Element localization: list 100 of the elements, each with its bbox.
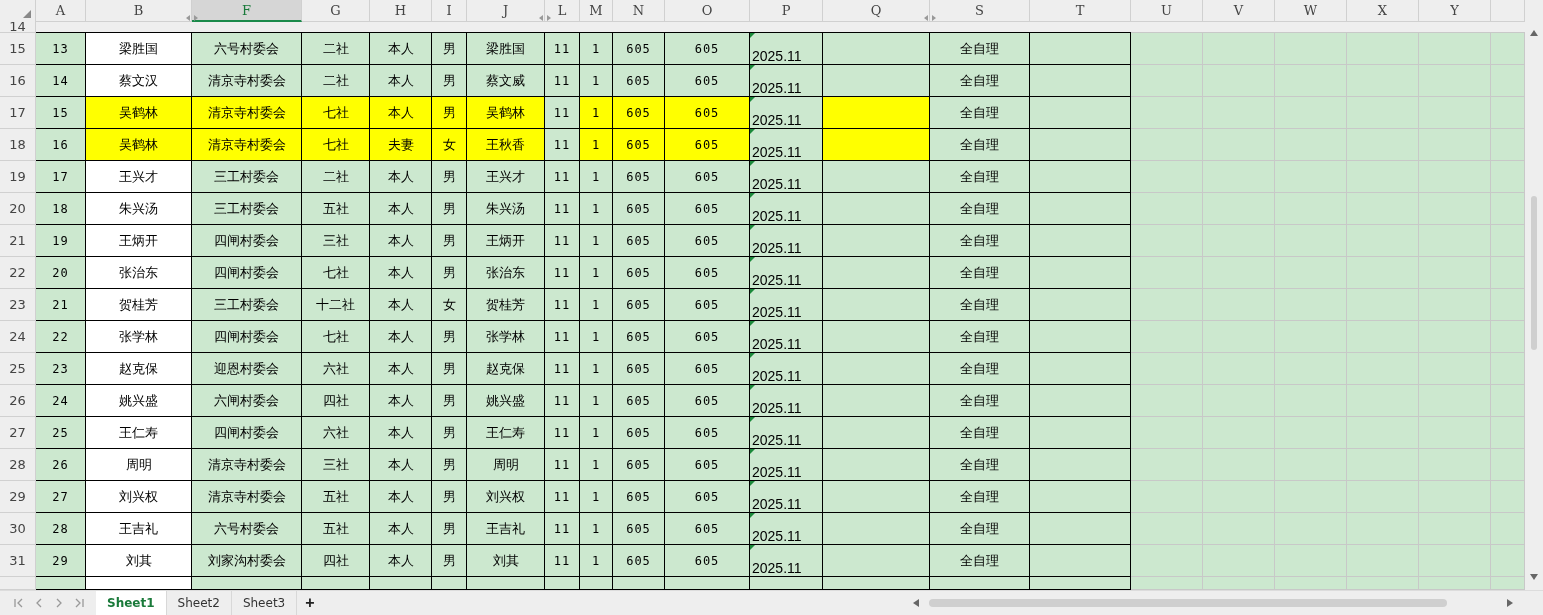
column-header[interactable] xyxy=(1491,0,1525,22)
column-header[interactable]: M xyxy=(580,0,613,22)
row-header[interactable]: 28 xyxy=(0,449,36,481)
table-cell: 迎恩村委会 xyxy=(192,353,302,385)
scrollbar-thumb[interactable] xyxy=(1531,196,1537,350)
table-cell: 四闸村委会 xyxy=(192,225,302,257)
table-cell: 11 xyxy=(545,321,580,353)
row-header[interactable]: 25 xyxy=(0,353,36,385)
table-cell xyxy=(1347,257,1419,289)
row-header[interactable]: 24 xyxy=(0,321,36,353)
table-cell: 本人 xyxy=(370,385,432,417)
table-cell xyxy=(1275,33,1347,65)
table-cell xyxy=(1347,577,1419,590)
table-cell: 19 xyxy=(36,225,86,257)
row-header[interactable]: 20 xyxy=(0,193,36,225)
table-cell xyxy=(1347,289,1419,321)
column-header[interactable]: F xyxy=(192,0,302,22)
table-cell: 七社 xyxy=(302,97,370,129)
scrollbar-thumb[interactable] xyxy=(929,599,1447,607)
scroll-left-icon[interactable] xyxy=(913,599,919,607)
scroll-down-icon[interactable] xyxy=(1530,574,1538,580)
column-header[interactable]: P xyxy=(750,0,823,22)
table-cell xyxy=(1347,513,1419,545)
column-header[interactable]: N xyxy=(613,0,665,22)
table-cell: 周明 xyxy=(467,449,545,481)
table-cell: 吴鹤林 xyxy=(86,97,192,129)
previous-sheet-icon[interactable] xyxy=(34,598,44,608)
row-header[interactable]: 15 xyxy=(0,33,36,65)
table-cell xyxy=(1131,161,1203,193)
row-header[interactable]: 23 xyxy=(0,289,36,321)
table-cell: 全自理 xyxy=(930,161,1030,193)
column-header[interactable]: O xyxy=(665,0,750,22)
column-header[interactable]: X xyxy=(1347,0,1419,22)
row-header[interactable] xyxy=(0,577,36,590)
table-cell xyxy=(1419,193,1491,225)
column-header[interactable]: I xyxy=(432,0,467,22)
hidden-columns-icon[interactable] xyxy=(539,14,551,22)
table-cell: 刘其 xyxy=(467,545,545,577)
row-header[interactable]: 16 xyxy=(0,65,36,97)
table-cell: 本人 xyxy=(370,65,432,97)
table-cell xyxy=(1491,449,1525,481)
row-header[interactable]: 18 xyxy=(0,129,36,161)
table-cell: 男 xyxy=(432,449,467,481)
table-cell xyxy=(1131,225,1203,257)
next-sheet-icon[interactable] xyxy=(54,598,64,608)
table-cell: 王炳开 xyxy=(467,225,545,257)
table-cell: 本人 xyxy=(370,161,432,193)
column-header[interactable]: A xyxy=(36,0,86,22)
table-cell: 十二社 xyxy=(302,289,370,321)
sheet-tab[interactable]: Sheet2 xyxy=(166,591,232,615)
row-header[interactable]: 21 xyxy=(0,225,36,257)
row-header[interactable]: 27 xyxy=(0,417,36,449)
table-cell: 王吉礼 xyxy=(467,513,545,545)
last-sheet-icon[interactable] xyxy=(74,598,84,608)
row-header[interactable]: 30 xyxy=(0,513,36,545)
table-cell xyxy=(1491,257,1525,289)
table-cell: 11 xyxy=(545,129,580,161)
column-header[interactable]: G xyxy=(302,0,370,22)
table-cell: 11 xyxy=(545,225,580,257)
table-cell: 吴鹤林 xyxy=(86,129,192,161)
table-cell: 605 xyxy=(613,353,665,385)
sheet-tab[interactable]: Sheet3 xyxy=(231,591,298,615)
table-cell: 三社 xyxy=(302,449,370,481)
column-header[interactable]: Y xyxy=(1419,0,1491,22)
table-cell: 全自理 xyxy=(930,289,1030,321)
table-cell xyxy=(1203,353,1275,385)
column-header[interactable]: T xyxy=(1030,0,1131,22)
table-cell: 605 xyxy=(665,161,750,193)
row-header[interactable]: 22 xyxy=(0,257,36,289)
row-header[interactable]: 29 xyxy=(0,481,36,513)
table-cell xyxy=(1131,97,1203,129)
table-cell: 605 xyxy=(613,129,665,161)
table-cell: 16 xyxy=(36,129,86,161)
hidden-columns-icon[interactable] xyxy=(924,14,936,22)
table-cell xyxy=(1347,97,1419,129)
column-header[interactable]: V xyxy=(1203,0,1275,22)
table-cell: 605 xyxy=(665,65,750,97)
column-header[interactable]: Q xyxy=(823,0,930,22)
hidden-columns-icon[interactable] xyxy=(186,14,198,22)
table-cell: 2025.11 xyxy=(750,545,823,577)
column-header[interactable]: S xyxy=(930,0,1030,22)
add-sheet-button[interactable]: + xyxy=(297,591,323,615)
row-header[interactable]: 31 xyxy=(0,545,36,577)
row-header[interactable]: 26 xyxy=(0,385,36,417)
table-cell: 2025.11 xyxy=(750,161,823,193)
first-sheet-icon[interactable] xyxy=(14,598,24,608)
sheet-tab[interactable]: Sheet1 xyxy=(96,591,167,615)
column-header[interactable]: U xyxy=(1131,0,1203,22)
table-cell: 24 xyxy=(36,385,86,417)
column-header[interactable]: W xyxy=(1275,0,1347,22)
select-all-icon[interactable] xyxy=(23,10,31,18)
table-cell: 男 xyxy=(432,417,467,449)
table-cell: 605 xyxy=(665,385,750,417)
row-header[interactable]: 19 xyxy=(0,161,36,193)
scroll-right-icon[interactable] xyxy=(1507,599,1513,607)
row-header[interactable]: 17 xyxy=(0,97,36,129)
column-header[interactable]: H xyxy=(370,0,432,22)
table-cell: 夫妻 xyxy=(370,129,432,161)
scroll-up-icon[interactable] xyxy=(1530,30,1538,36)
row-header[interactable]: 14 xyxy=(0,22,36,33)
